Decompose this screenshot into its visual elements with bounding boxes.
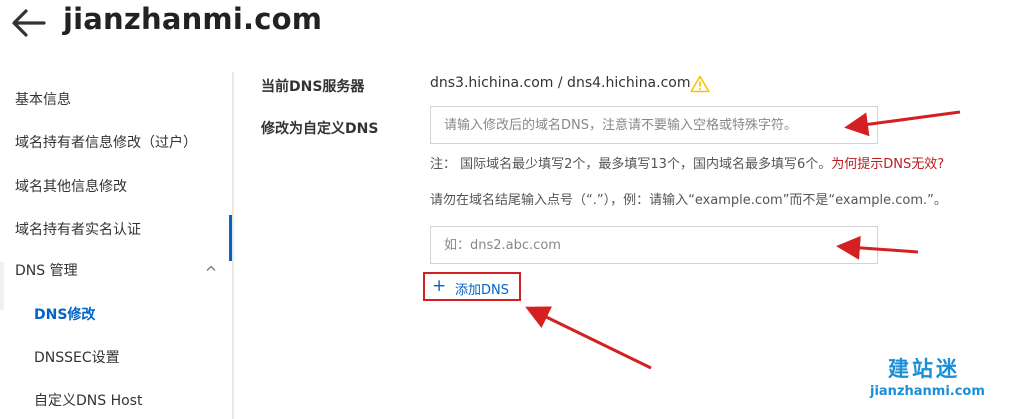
page-header: jianzhanmi.com [0,0,1031,52]
sidebar-item-basic-info[interactable]: 基本信息 [15,89,71,109]
current-dns-label: 当前DNS服务器 [261,79,365,95]
add-dns-button[interactable]: + 添加DNS [423,272,521,301]
sidebar-edge-shadow [0,262,4,310]
second-dns-input[interactable] [431,227,877,263]
custom-dns-input[interactable] [431,107,877,143]
second-dns-input-box [430,226,878,264]
watermark-logo-en: jianzhanmi.com [870,384,985,399]
active-indicator [229,215,232,261]
sidebar-group-dns-management[interactable]: DNS 管理 [15,260,220,280]
add-dns-label: 添加DNS [455,283,509,298]
sidebar-group-label: DNS 管理 [15,263,78,279]
why-dns-invalid-link[interactable]: 为何提示DNS无效? [831,157,944,172]
chevron-up-icon [206,265,216,271]
plus-icon: + [432,276,447,296]
custom-dns-input-box [430,106,878,144]
sidebar-item-realname-auth[interactable]: 域名持有者实名认证 [15,219,141,239]
sidebar-subitem-dns-modify[interactable]: DNS修改 [34,304,95,324]
trailing-dot-note: 请勿在域名结尾输入点号（“.”），例：请输入“example.com”而不是“e… [430,193,947,208]
red-arrow-annotation [525,306,652,370]
warning-icon[interactable] [690,75,710,93]
sidebar-nav: 基本信息 域名持有者信息修改（过户） 域名其他信息修改 域名持有者实名认证 DN… [0,72,234,419]
sidebar-item-holder-transfer[interactable]: 域名持有者信息修改（过户） [15,132,197,152]
page-title: jianzhanmi.com [63,2,323,36]
sidebar-subitem-custom-dns-host[interactable]: 自定义DNS Host [34,390,142,410]
current-dns-value: dns3.hichina.com / dns4.hichina.com [430,75,691,91]
sidebar-subitem-dnssec[interactable]: DNSSEC设置 [34,347,120,367]
back-arrow-icon[interactable] [10,8,46,38]
sidebar-item-other-info[interactable]: 域名其他信息修改 [15,176,127,196]
dns-count-note: 注： 国际域名最少填写2个，最多填写13个，国内域名最多填写6个。为何提示DNS… [430,153,944,172]
dns-count-note-text: 注： 国际域名最少填写2个，最多填写13个，国内域名最多填写6个。 [430,157,832,172]
watermark-logo-cn: 建站迷 [888,357,960,381]
custom-dns-label: 修改为自定义DNS [261,121,379,137]
